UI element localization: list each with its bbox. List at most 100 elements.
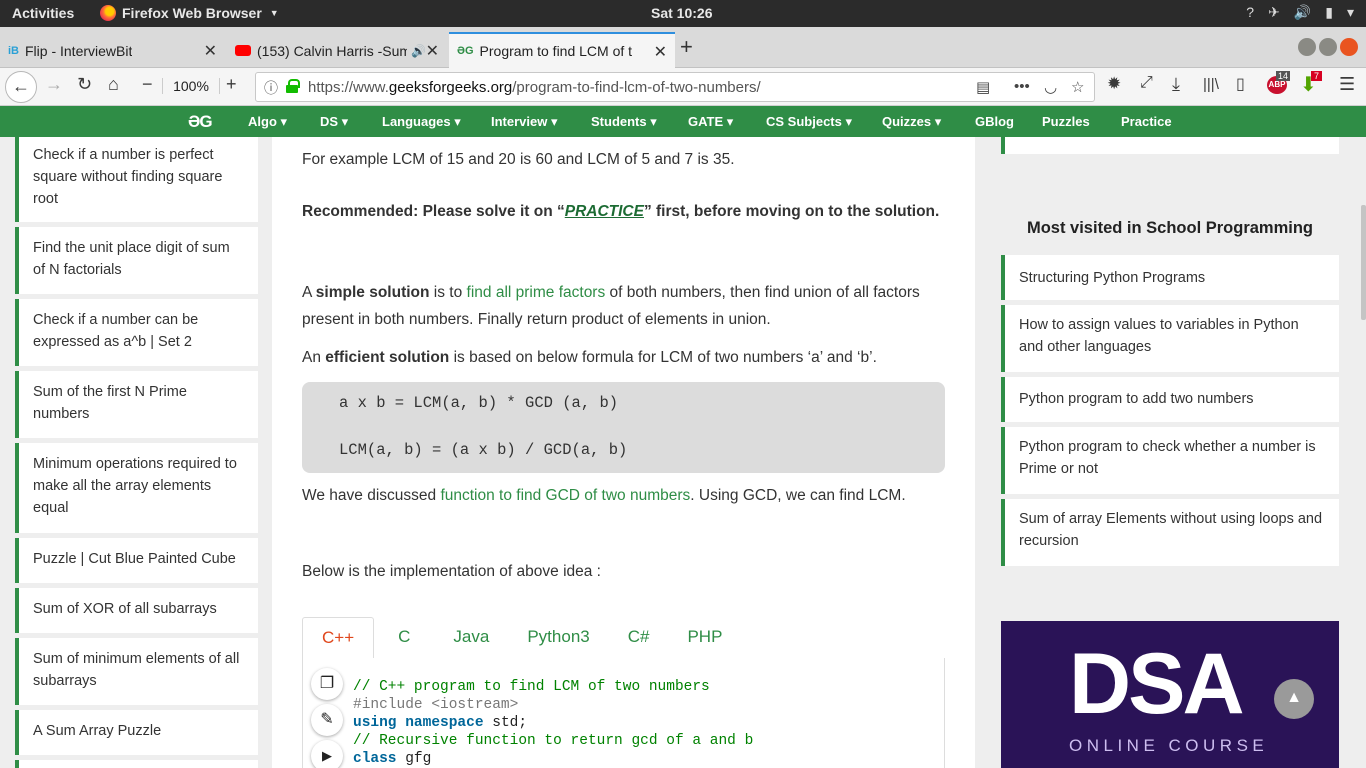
- sidebar-link[interactable]: Find the unit place digit of sum of N fa…: [15, 227, 258, 294]
- reader-view-icon[interactable]: ▤: [976, 78, 990, 96]
- nav-gblog[interactable]: GBlog: [975, 114, 1014, 129]
- run-icon[interactable]: ▶: [311, 740, 343, 768]
- edit-icon[interactable]: ✎: [311, 704, 343, 736]
- example-text: For example LCM of 15 and 20 is 60 and L…: [302, 151, 735, 168]
- sidebar-link[interactable]: Minimum operations required to make all …: [15, 443, 258, 533]
- most-visited-link[interactable]: Sum of array Elements without using loop…: [1001, 499, 1339, 566]
- tab-title: Flip - InterviewBit: [25, 42, 133, 59]
- article: For example LCM of 15 and 20 is 60 and L…: [272, 137, 975, 768]
- nav-puzzles[interactable]: Puzzles: [1042, 114, 1090, 129]
- simple-solution-paragraph: A simple solution is to find all prime f…: [302, 284, 920, 328]
- tab-strip: iB Flip - InterviewBit ✕ (153) Calvin Ha…: [0, 27, 1366, 68]
- chevron-down-icon[interactable]: ▾: [1347, 4, 1354, 21]
- scroll-to-top-button[interactable]: ▲: [1274, 679, 1314, 719]
- right-sidebar-card: [1001, 137, 1339, 154]
- download-icon[interactable]: ⤓: [1172, 74, 1180, 95]
- battery-icon[interactable]: ▮: [1325, 4, 1333, 21]
- forward-button[interactable]: →: [45, 74, 63, 95]
- app-menu[interactable]: Firefox Web Browser ▼: [100, 5, 279, 21]
- reload-button[interactable]: ↻: [77, 74, 92, 95]
- zoom-in-button[interactable]: +: [226, 74, 237, 95]
- back-button[interactable]: ←: [5, 71, 37, 103]
- nav-gate[interactable]: GATE ▾: [688, 114, 733, 130]
- implementation-intro: Below is the implementation of above ide…: [302, 563, 601, 580]
- expand-icon[interactable]: ⤢: [1140, 74, 1153, 92]
- tab-c[interactable]: C: [374, 617, 429, 659]
- bookmark-star-icon[interactable]: ☆: [1071, 78, 1084, 96]
- zoom-level[interactable]: 100%: [162, 78, 220, 94]
- url-text[interactable]: https://www.geeksforgeeks.org/program-to…: [308, 79, 761, 96]
- recommended-note: Recommended: Please solve it on “PRACTIC…: [302, 203, 940, 220]
- help-icon[interactable]: ?: [1246, 4, 1254, 21]
- lock-icon[interactable]: [286, 79, 300, 93]
- zoom-out-button[interactable]: −: [142, 74, 153, 95]
- new-tab-button[interactable]: +: [680, 34, 693, 60]
- tab-youtube[interactable]: (153) Calvin Harris -Sum 🔊 ✕: [227, 33, 447, 68]
- sidebar-link[interactable]: Check if a number can be expressed as a^…: [15, 299, 258, 366]
- download-count-badge: 7: [1311, 71, 1323, 81]
- navigation-toolbar: ← → ↻ ⌂ − 100% + ⓘ https://www.geeksforg…: [0, 68, 1366, 106]
- practice-link[interactable]: PRACTICE: [565, 203, 644, 220]
- most-visited-link[interactable]: Python program to check whether a number…: [1001, 427, 1339, 494]
- window-close-button[interactable]: [1340, 38, 1358, 56]
- sidebar-link[interactable]: Sum of the first N Prime numbers: [15, 371, 258, 438]
- gfg-icon: ƏG: [457, 45, 474, 57]
- system-tray[interactable]: ? ✈ 🔊 ▮ ▾: [1246, 4, 1354, 21]
- page-actions-icon[interactable]: •••: [1014, 78, 1030, 95]
- sidebar-link[interactable]: A Sum Array Puzzle: [15, 710, 258, 755]
- nav-algo[interactable]: Algo ▾: [248, 114, 287, 130]
- nav-languages[interactable]: Languages ▾: [382, 114, 461, 130]
- tab-php[interactable]: PHP: [668, 617, 741, 659]
- most-visited-link[interactable]: Python program to add two numbers: [1001, 377, 1339, 422]
- activities-button[interactable]: Activities: [12, 5, 74, 21]
- speaker-icon[interactable]: 🔊: [411, 44, 426, 58]
- menu-icon[interactable]: ☰: [1339, 74, 1355, 95]
- nav-interview[interactable]: Interview ▾: [491, 114, 558, 130]
- efficient-solution-paragraph: An efficient solution is based on below …: [302, 349, 877, 366]
- tab-interviewbit[interactable]: iB Flip - InterviewBit ✕: [0, 33, 225, 68]
- tab-python3[interactable]: Python3: [508, 617, 608, 659]
- gcd-link[interactable]: function to find GCD of two numbers: [440, 487, 690, 504]
- tab-title: Program to find LCM of t: [479, 43, 633, 59]
- clock[interactable]: Sat 10:26: [651, 5, 712, 21]
- address-bar[interactable]: ⓘ https://www.geeksforgeeks.org/program-…: [255, 72, 1095, 102]
- interviewbit-icon: iB: [8, 44, 19, 57]
- minimize-button[interactable]: [1298, 38, 1316, 56]
- window-controls: [1298, 38, 1358, 56]
- sidebar-link[interactable]: Sum of XOR of all subarrays: [15, 588, 258, 633]
- airplane-icon[interactable]: ✈: [1268, 4, 1280, 21]
- prime-factors-link[interactable]: find all prime factors: [467, 284, 606, 301]
- maximize-button[interactable]: [1319, 38, 1337, 56]
- close-icon[interactable]: ✕: [204, 41, 217, 61]
- sidebar-link[interactable]: Puzzle | Cut Blue Painted Cube: [15, 538, 258, 583]
- chevron-down-icon: ▼: [269, 8, 279, 18]
- code-language-tabs: C++ C Java Python3 C# PHP: [302, 617, 945, 660]
- copy-icon[interactable]: ❐: [311, 668, 343, 700]
- info-icon[interactable]: ⓘ: [264, 78, 278, 98]
- tab-java[interactable]: Java: [429, 617, 508, 659]
- scrollbar-thumb[interactable]: [1361, 205, 1366, 320]
- sidebar-icon[interactable]: ▯: [1236, 74, 1245, 94]
- most-visited-link[interactable]: Structuring Python Programs: [1001, 255, 1339, 300]
- nav-students[interactable]: Students ▾: [591, 114, 657, 130]
- nav-practice[interactable]: Practice: [1121, 114, 1172, 129]
- close-icon[interactable]: ✕: [426, 41, 439, 61]
- tab-cpp[interactable]: C++: [302, 617, 375, 660]
- gear-icon[interactable]: ✹: [1107, 74, 1121, 94]
- close-icon[interactable]: ✕: [654, 42, 667, 62]
- ad-subtitle: ONLINE COURSE: [1069, 736, 1269, 755]
- tab-gfg-active[interactable]: ƏG Program to find LCM of t ✕: [449, 32, 675, 68]
- nav-cs-subjects[interactable]: CS Subjects ▾: [766, 114, 852, 130]
- library-icon[interactable]: |||\: [1203, 76, 1219, 93]
- pocket-icon[interactable]: ◡: [1044, 78, 1057, 96]
- sidebar-link[interactable]: Sum of minimum elements of all subarrays: [15, 638, 258, 705]
- nav-ds[interactable]: DS ▾: [320, 114, 348, 130]
- sidebar-link[interactable]: [15, 760, 258, 768]
- tab-csharp[interactable]: C#: [609, 617, 669, 659]
- volume-icon[interactable]: 🔊: [1294, 4, 1311, 21]
- most-visited-link[interactable]: How to assign values to variables in Pyt…: [1001, 305, 1339, 372]
- gfg-logo[interactable]: ƏG: [188, 112, 213, 132]
- home-button[interactable]: ⌂: [108, 74, 119, 95]
- sidebar-link[interactable]: Check if a number is perfect square with…: [15, 137, 258, 222]
- nav-quizzes[interactable]: Quizzes ▾: [882, 114, 941, 130]
